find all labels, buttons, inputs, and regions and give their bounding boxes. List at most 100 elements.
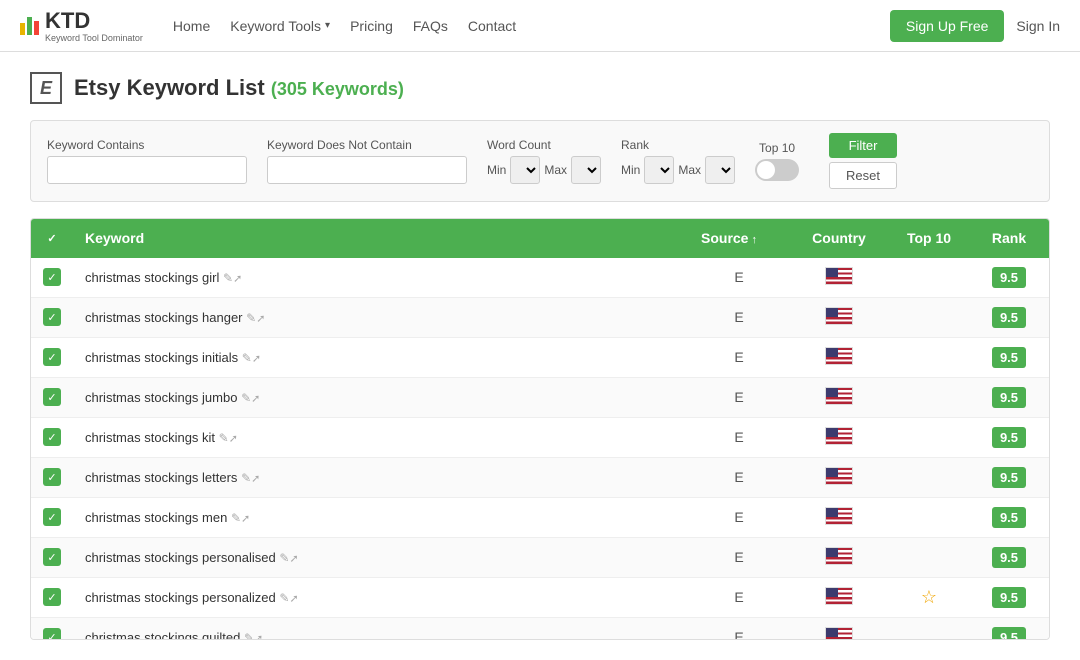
rank-min-select[interactable] bbox=[644, 156, 674, 184]
row-checkbox-cell[interactable]: ✓ bbox=[31, 457, 73, 497]
us-flag bbox=[825, 347, 853, 365]
edit-icon[interactable]: ✎ bbox=[219, 431, 229, 445]
row-checkbox-cell[interactable]: ✓ bbox=[31, 258, 73, 298]
link-icon[interactable]: ➚ bbox=[229, 433, 238, 445]
edit-icon[interactable]: ✎ bbox=[279, 591, 289, 605]
keyword-contains-input[interactable] bbox=[47, 156, 247, 184]
row-checkbox[interactable]: ✓ bbox=[43, 348, 61, 366]
us-flag bbox=[825, 387, 853, 405]
row-country-cell bbox=[789, 497, 889, 537]
rank-max-select[interactable] bbox=[705, 156, 735, 184]
rank-badge: 9.5 bbox=[992, 427, 1026, 448]
link-icon[interactable]: ➚ bbox=[251, 473, 260, 485]
row-country-cell bbox=[789, 537, 889, 577]
row-source-cell: E bbox=[689, 258, 789, 298]
logo-ktd: KTD bbox=[45, 8, 90, 33]
link-icon[interactable]: ➚ bbox=[252, 353, 261, 365]
row-checkbox-cell[interactable]: ✓ bbox=[31, 577, 73, 617]
row-source-cell: E bbox=[689, 577, 789, 617]
row-top10-cell bbox=[889, 258, 969, 298]
row-checkbox[interactable]: ✓ bbox=[43, 628, 61, 639]
nav-keyword-tools[interactable]: Keyword Tools bbox=[230, 18, 330, 34]
keyword-text: christmas stockings personalised bbox=[85, 550, 276, 565]
row-checkbox[interactable]: ✓ bbox=[43, 428, 61, 446]
link-icon[interactable]: ➚ bbox=[256, 313, 265, 325]
row-checkbox-cell[interactable]: ✓ bbox=[31, 497, 73, 537]
row-checkbox-cell[interactable]: ✓ bbox=[31, 377, 73, 417]
word-count-group: Word Count Min Max bbox=[487, 138, 601, 184]
row-rank-cell: 9.5 bbox=[969, 617, 1049, 639]
row-checkbox-cell[interactable]: ✓ bbox=[31, 337, 73, 377]
row-checkbox[interactable]: ✓ bbox=[43, 508, 61, 526]
row-keyword-cell: christmas stockings hanger ✎➚ bbox=[73, 297, 689, 337]
row-keyword-cell: christmas stockings men ✎➚ bbox=[73, 497, 689, 537]
word-count-min-select[interactable] bbox=[510, 156, 540, 184]
row-rank-cell: 9.5 bbox=[969, 258, 1049, 298]
row-country-cell bbox=[789, 417, 889, 457]
th-source[interactable]: Source bbox=[689, 219, 789, 258]
rank-max-label: Max bbox=[678, 163, 701, 177]
table-row: ✓christmas stockings personalised ✎➚E9.5 bbox=[31, 537, 1049, 577]
row-checkbox[interactable]: ✓ bbox=[43, 468, 61, 486]
row-checkbox[interactable]: ✓ bbox=[43, 268, 61, 286]
edit-icon[interactable]: ✎ bbox=[244, 631, 254, 640]
signup-button[interactable]: Sign Up Free bbox=[890, 10, 1004, 42]
link-icon[interactable]: ➚ bbox=[241, 513, 250, 525]
row-checkbox-cell[interactable]: ✓ bbox=[31, 297, 73, 337]
top10-toggle[interactable] bbox=[755, 159, 799, 181]
link-icon[interactable]: ➚ bbox=[251, 393, 260, 405]
link-icon[interactable]: ➚ bbox=[233, 273, 242, 285]
keyword-table: ✓ Keyword Source Country Top 10 Rank ✓ch… bbox=[31, 219, 1049, 639]
row-source-cell: E bbox=[689, 497, 789, 537]
logo-bars bbox=[20, 17, 39, 35]
table-wrapper[interactable]: ✓ Keyword Source Country Top 10 Rank ✓ch… bbox=[31, 219, 1049, 639]
word-count-label: Word Count bbox=[487, 138, 601, 152]
row-country-cell bbox=[789, 258, 889, 298]
word-count-max-select[interactable] bbox=[571, 156, 601, 184]
row-checkbox[interactable]: ✓ bbox=[43, 308, 61, 326]
nav-contact[interactable]: Contact bbox=[468, 18, 516, 34]
row-checkbox[interactable]: ✓ bbox=[43, 588, 61, 606]
edit-icon[interactable]: ✎ bbox=[241, 391, 251, 405]
keyword-not-contain-input[interactable] bbox=[267, 156, 467, 184]
row-checkbox[interactable]: ✓ bbox=[43, 548, 61, 566]
top10-label: Top 10 bbox=[759, 141, 795, 155]
signin-link[interactable]: Sign In bbox=[1016, 18, 1060, 34]
edit-icon[interactable]: ✎ bbox=[246, 311, 256, 325]
row-checkbox-cell[interactable]: ✓ bbox=[31, 417, 73, 457]
keyword-text: christmas stockings quilted bbox=[85, 630, 240, 640]
row-keyword-cell: christmas stockings personalized ✎➚ bbox=[73, 577, 689, 617]
row-top10-cell bbox=[889, 497, 969, 537]
filter-button[interactable]: Filter bbox=[829, 133, 897, 158]
link-icon[interactable]: ➚ bbox=[289, 553, 298, 565]
row-source-cell: E bbox=[689, 337, 789, 377]
nav-faqs[interactable]: FAQs bbox=[413, 18, 448, 34]
edit-icon[interactable]: ✎ bbox=[223, 271, 233, 285]
link-icon[interactable]: ➚ bbox=[254, 633, 263, 640]
table-row: ✓christmas stockings initials ✎➚E9.5 bbox=[31, 337, 1049, 377]
nav-links: Home Keyword Tools Pricing FAQs Contact bbox=[173, 18, 890, 34]
th-checkbox[interactable]: ✓ bbox=[31, 219, 73, 258]
reset-button[interactable]: Reset bbox=[829, 162, 897, 189]
keyword-not-contain-group: Keyword Does Not Contain bbox=[267, 138, 467, 184]
link-icon[interactable]: ➚ bbox=[289, 593, 298, 605]
row-country-cell bbox=[789, 377, 889, 417]
nav-pricing[interactable]: Pricing bbox=[350, 18, 393, 34]
row-checkbox[interactable]: ✓ bbox=[43, 388, 61, 406]
edit-icon[interactable]: ✎ bbox=[279, 551, 289, 565]
select-all-checkbox[interactable]: ✓ bbox=[43, 230, 61, 248]
row-top10-cell bbox=[889, 457, 969, 497]
rank-badge: 9.5 bbox=[992, 547, 1026, 568]
edit-icon[interactable]: ✎ bbox=[241, 471, 251, 485]
row-checkbox-cell[interactable]: ✓ bbox=[31, 617, 73, 639]
nav-home[interactable]: Home bbox=[173, 18, 210, 34]
edit-icon[interactable]: ✎ bbox=[242, 351, 252, 365]
rank-badge: 9.5 bbox=[992, 267, 1026, 288]
us-flag bbox=[825, 507, 853, 525]
row-checkbox-cell[interactable]: ✓ bbox=[31, 537, 73, 577]
row-country-cell bbox=[789, 457, 889, 497]
keyword-count: (305 Keywords) bbox=[271, 79, 404, 99]
edit-icon[interactable]: ✎ bbox=[231, 511, 241, 525]
main-content: E Etsy Keyword List (305 Keywords) Keywo… bbox=[0, 52, 1080, 660]
logo: KTD Keyword Tool Dominator bbox=[20, 8, 143, 43]
